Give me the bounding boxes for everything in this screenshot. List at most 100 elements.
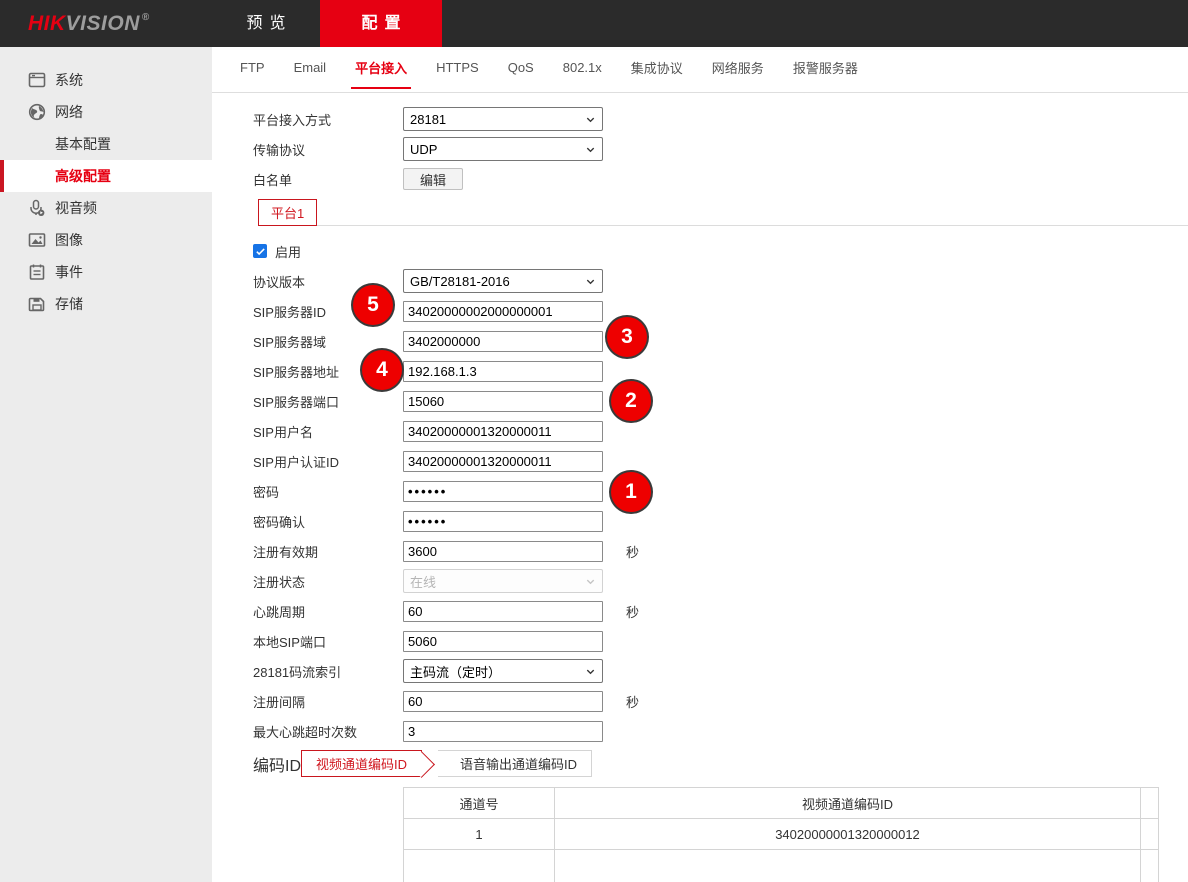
video-channel-id-cell[interactable]: 34020000001320000012 [555, 819, 1141, 850]
heartbeat-period-input[interactable] [403, 601, 603, 622]
field-label: 平台接入方式 [253, 110, 403, 129]
field-label: 最大心跳超时次数 [253, 722, 403, 741]
sidebar-item-label: 事件 [55, 262, 83, 282]
tab-integration-protocol[interactable]: 集成协议 [631, 56, 683, 83]
table-header-spacer [1141, 788, 1159, 819]
form-row-max-heartbeat-timeout: 最大心跳超时次数 [253, 716, 1188, 746]
form-row-sip-auth-id: SIP用户认证ID [253, 446, 1188, 476]
sidebar-item-label: 高级配置 [55, 166, 111, 186]
select-value: UDP [410, 142, 437, 157]
seconds-unit: 秒 [626, 542, 639, 561]
nav-tab-preview[interactable]: 预览 [212, 0, 320, 47]
sidebar-item-audio-video[interactable]: 视音频 [0, 192, 212, 224]
video-channel-id-header: 视频通道编码ID [555, 788, 1141, 819]
empty-cell [404, 850, 555, 882]
top-nav: 预览 配置 [212, 0, 442, 47]
nav-tab-config[interactable]: 配置 [320, 0, 442, 47]
field-label: 白名单 [253, 170, 403, 189]
tab-8021x[interactable]: 802.1x [563, 58, 602, 81]
sidebar: 系统 网络 基本配置 高级配置 视音频 图像 [0, 47, 212, 882]
tab-email[interactable]: Email [294, 58, 327, 81]
form-row-password-confirm: 密码确认 [253, 506, 1188, 536]
field-label: 注册间隔 [253, 692, 403, 711]
platform1-tab[interactable]: 平台1 [258, 199, 317, 226]
form-row-heartbeat-period: 心跳周期 秒 [253, 596, 1188, 626]
annotation-circle-5: 5 [353, 285, 393, 325]
field-label: 编码ID [253, 752, 301, 776]
sidebar-item-system[interactable]: 系统 [0, 64, 212, 96]
chevron-down-icon [585, 276, 596, 287]
sidebar-item-label: 图像 [55, 230, 83, 250]
table-row: 1 34020000001320000012 [404, 819, 1159, 850]
audio-output-channel-encoding-tab[interactable]: 语音输出通道编码ID [438, 750, 592, 777]
register-interval-input[interactable] [403, 691, 603, 712]
sip-auth-id-input[interactable] [403, 451, 603, 472]
platform-access-mode-select[interactable]: 28181 [403, 107, 603, 131]
local-sip-port-input[interactable] [403, 631, 603, 652]
sidebar-item-advanced-config[interactable]: 高级配置 [0, 160, 212, 192]
form-row-whitelist: 白名单 编辑 [253, 164, 1188, 194]
sidebar-item-event[interactable]: 事件 [0, 256, 212, 288]
sip-server-id-input[interactable] [403, 301, 603, 322]
form-row-password: 密码 [253, 476, 1188, 506]
register-validity-input[interactable] [403, 541, 603, 562]
sidebar-item-label: 基本配置 [55, 134, 111, 154]
field-label: SIP服务器域 [253, 332, 403, 351]
tab-ftp[interactable]: FTP [240, 58, 265, 81]
sip-server-address-input[interactable] [403, 361, 603, 382]
form-row-sip-server-domain: SIP服务器域 [253, 326, 1188, 356]
seconds-unit: 秒 [626, 692, 639, 711]
settings-tabstrip: FTP Email 平台接入 HTTPS QoS 802.1x 集成协议 网络服… [212, 47, 1188, 93]
sidebar-item-label: 存储 [55, 294, 83, 314]
field-label: 密码确认 [253, 512, 403, 531]
storage-icon [28, 295, 46, 313]
field-label: 28181码流索引 [253, 662, 403, 681]
sidebar-item-label: 视音频 [55, 198, 97, 218]
password-confirm-input[interactable] [403, 511, 603, 532]
form-row-stream-index: 28181码流索引 主码流（定时） [253, 656, 1188, 686]
sidebar-item-basic-config[interactable]: 基本配置 [0, 128, 212, 160]
select-value: 主码流（定时） [410, 662, 501, 681]
topbar: HIKVISION® 预览 配置 [0, 0, 1188, 47]
chevron-down-icon [585, 144, 596, 155]
enable-checkbox[interactable] [253, 244, 267, 258]
sip-server-port-input[interactable] [403, 391, 603, 412]
annotation-circle-3: 3 [607, 317, 647, 357]
sip-server-domain-input[interactable] [403, 331, 603, 352]
sidebar-item-storage[interactable]: 存储 [0, 288, 212, 320]
logo-hik: HIK [28, 12, 66, 36]
password-input[interactable] [403, 481, 603, 502]
form-row-sip-username: SIP用户名 [253, 416, 1188, 446]
protocol-version-select[interactable]: GB/T28181-2016 [403, 269, 603, 293]
max-heartbeat-timeout-input[interactable] [403, 721, 603, 742]
content-panel: FTP Email 平台接入 HTTPS QoS 802.1x 集成协议 网络服… [212, 47, 1188, 882]
page: HIKVISION® 预览 配置 系统 网络 基本配置 高级配置 [0, 0, 1188, 882]
empty-cell [555, 850, 1141, 882]
annotation-circle-4: 4 [362, 350, 402, 390]
sip-username-input[interactable] [403, 421, 603, 442]
sidebar-item-image[interactable]: 图像 [0, 224, 212, 256]
field-label: 注册有效期 [253, 542, 403, 561]
tab-qos[interactable]: QoS [508, 58, 534, 81]
field-label: SIP服务器端口 [253, 392, 403, 411]
table-header-row: 通道号 视频通道编码ID [404, 788, 1159, 819]
chevron-down-icon [585, 114, 596, 125]
network-globe-icon [28, 103, 46, 121]
hikvision-logo: HIKVISION® [28, 0, 150, 47]
form-row-platform-access-mode: 平台接入方式 28181 [253, 104, 1188, 134]
stream-index-select[interactable]: 主码流（定时） [403, 659, 603, 683]
form-row-register-status: 注册状态 在线 [253, 566, 1188, 596]
tab-alarm-server[interactable]: 报警服务器 [793, 56, 858, 83]
tab-https[interactable]: HTTPS [436, 58, 479, 81]
form-row-sip-server-port: SIP服务器端口 [253, 386, 1188, 416]
tab-network-service[interactable]: 网络服务 [712, 56, 764, 83]
video-channel-encoding-tab[interactable]: 视频通道编码ID [301, 750, 422, 777]
tab-platform-access[interactable]: 平台接入 [355, 56, 407, 83]
encoding-id-tabs: 视频通道编码ID 语音输出通道编码ID [301, 750, 592, 777]
transport-protocol-select[interactable]: UDP [403, 137, 603, 161]
sidebar-item-network[interactable]: 网络 [0, 96, 212, 128]
field-label: SIP用户名 [253, 422, 403, 441]
channel-number-cell[interactable]: 1 [404, 819, 555, 850]
whitelist-edit-button[interactable]: 编辑 [403, 168, 463, 190]
select-value: GB/T28181-2016 [410, 274, 510, 289]
